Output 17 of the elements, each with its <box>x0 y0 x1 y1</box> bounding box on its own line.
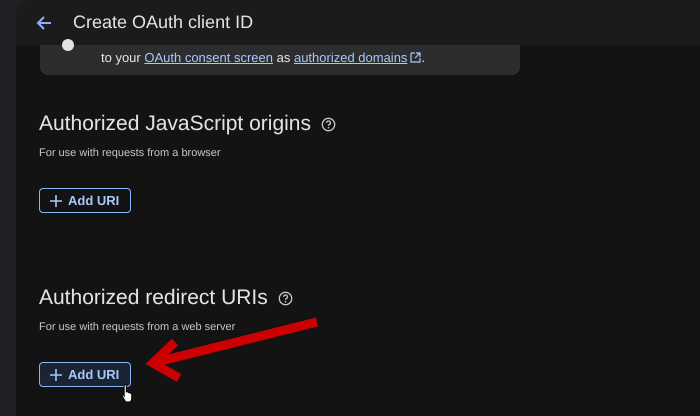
consent-screen-link[interactable]: OAuth consent screen <box>144 50 273 65</box>
help-icon[interactable] <box>320 116 336 132</box>
add-uri-button[interactable]: Add URI <box>39 362 132 387</box>
info-text: to your OAuth consent screen as authorized domains . <box>101 50 426 65</box>
plus-icon <box>50 194 62 206</box>
pointer-cursor-icon <box>121 383 135 403</box>
section-hint: For use with requests from a browser <box>39 147 221 159</box>
external-link-icon[interactable] <box>410 52 422 63</box>
domains-link[interactable]: authorized domains <box>294 50 408 65</box>
page-title: Create OAuth client ID <box>73 12 254 33</box>
section-heading: Authorized JavaScript origins <box>39 112 311 136</box>
info-icon <box>62 39 74 51</box>
help-icon[interactable] <box>278 290 293 306</box>
add-uri-button[interactable]: Add URI <box>39 188 132 213</box>
section-heading: Authorized redirect URIs <box>39 286 268 310</box>
section-hint: For use with requests from a web server <box>39 321 236 333</box>
plus-icon <box>50 368 62 380</box>
